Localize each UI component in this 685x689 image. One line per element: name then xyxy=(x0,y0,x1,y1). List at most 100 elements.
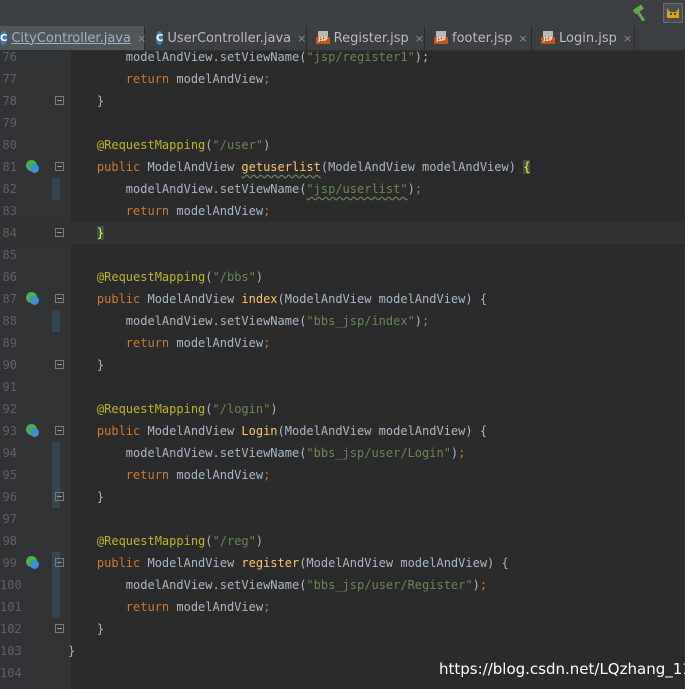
code-token: return xyxy=(125,600,177,614)
line-number: 99 xyxy=(2,556,17,570)
code-line[interactable]: 85 xyxy=(0,244,685,266)
code-line[interactable]: 103} xyxy=(0,640,685,662)
code-line[interactable]: 96 } xyxy=(0,486,685,508)
code-token: } xyxy=(68,490,105,504)
line-number: 91 xyxy=(2,380,17,394)
code-line[interactable]: 94 modelAndView.setViewName("bbs_jsp/use… xyxy=(0,442,685,464)
close-icon[interactable]: × xyxy=(137,32,146,45)
code-line[interactable]: 87 public ModelAndView index(ModelAndVie… xyxy=(0,288,685,310)
code-line[interactable]: 81 public ModelAndView getuserlist(Model… xyxy=(0,156,685,178)
code-line[interactable]: 101 return modelAndView; xyxy=(0,596,685,618)
code-line[interactable]: 82 modelAndView.setViewName("jsp/userlis… xyxy=(0,178,685,200)
jsp-file-icon: JSP xyxy=(316,31,330,45)
line-number: 86 xyxy=(2,270,17,284)
hammer-icon[interactable] xyxy=(630,4,650,22)
code-line[interactable]: 83 return modelAndView; xyxy=(0,200,685,222)
line-number: 85 xyxy=(2,248,17,262)
code-text: modelAndView.setViewName("bbs_jsp/index"… xyxy=(68,310,429,332)
tab-label: UserController.java xyxy=(167,30,292,46)
code-line[interactable]: 100 modelAndView.setViewName("bbs_jsp/us… xyxy=(0,574,685,596)
code-token: index xyxy=(241,292,278,306)
code-token: @RequestMapping xyxy=(96,534,206,548)
code-editor[interactable]: 76 modelAndView.setViewName("jsp/registe… xyxy=(0,50,685,689)
java-class-icon: C xyxy=(0,31,8,45)
code-token: } xyxy=(68,358,105,372)
code-token: ) xyxy=(270,402,278,416)
fold-toggle-icon[interactable] xyxy=(55,360,64,369)
code-line[interactable]: 80 @RequestMapping("/user") xyxy=(0,134,685,156)
top-toolbar xyxy=(0,0,685,26)
code-token: ( xyxy=(205,138,213,152)
code-token: ; xyxy=(263,336,271,350)
code-text: modelAndView.setViewName("jsp/register1"… xyxy=(68,46,429,68)
tab-label: footer.jsp xyxy=(452,30,513,46)
code-token: { xyxy=(523,160,531,174)
watermark: https://blog.csdn.net/LQzhang_11 xyxy=(439,660,685,678)
code-token: modelAndView xyxy=(176,468,264,482)
line-number: 80 xyxy=(2,138,17,152)
close-icon[interactable]: × xyxy=(415,32,424,45)
request-mapping-icon[interactable] xyxy=(26,292,39,305)
fold-toggle-icon[interactable] xyxy=(55,426,64,435)
code-line[interactable]: 93 public ModelAndView Login(ModelAndVie… xyxy=(0,420,685,442)
line-number: 76 xyxy=(2,50,17,64)
code-token: (ModelAndView modelAndView) { xyxy=(277,292,488,306)
code-token: } xyxy=(68,622,105,636)
code-line[interactable]: 84 } xyxy=(0,222,685,244)
code-token: "/user" xyxy=(212,138,264,152)
code-line[interactable]: 76 modelAndView.setViewName("jsp/registe… xyxy=(0,46,685,68)
code-text: @RequestMapping("/login") xyxy=(68,398,278,420)
code-text: @RequestMapping("/user") xyxy=(68,134,270,156)
code-line[interactable]: 88 modelAndView.setViewName("bbs_jsp/ind… xyxy=(0,310,685,332)
fold-toggle-icon[interactable] xyxy=(55,228,64,237)
code-line[interactable]: 86 @RequestMapping("/bbs") xyxy=(0,266,685,288)
code-line[interactable]: 89 return modelAndView; xyxy=(0,332,685,354)
tomcat-icon[interactable] xyxy=(663,3,683,23)
line-number: 94 xyxy=(2,446,17,460)
code-line[interactable]: 102 } xyxy=(0,618,685,640)
close-icon[interactable]: × xyxy=(623,32,632,45)
code-line[interactable]: 91 xyxy=(0,376,685,398)
code-token: ; xyxy=(458,446,466,460)
code-token: @RequestMapping xyxy=(96,270,206,284)
close-icon[interactable]: × xyxy=(519,32,528,45)
code-line[interactable]: 78 } xyxy=(0,90,685,112)
code-token: return xyxy=(125,204,177,218)
fold-toggle-icon[interactable] xyxy=(55,162,64,171)
fold-toggle-icon[interactable] xyxy=(55,294,64,303)
code-token: ; xyxy=(263,72,271,86)
code-token: modelAndView.setViewName( xyxy=(125,446,307,460)
code-line[interactable]: 95 return modelAndView; xyxy=(0,464,685,486)
fold-toggle-icon[interactable] xyxy=(55,624,64,633)
code-token: register xyxy=(241,556,300,570)
code-token: Login xyxy=(241,424,278,438)
request-mapping-icon[interactable] xyxy=(26,160,39,173)
code-text: public ModelAndView register(ModelAndVie… xyxy=(68,552,509,574)
request-mapping-icon[interactable] xyxy=(26,556,39,569)
code-line[interactable]: 97 xyxy=(0,508,685,530)
code-line[interactable]: 99 public ModelAndView register(ModelAnd… xyxy=(0,552,685,574)
code-line[interactable]: 90 } xyxy=(0,354,685,376)
fold-toggle-icon[interactable] xyxy=(55,492,64,501)
fold-toggle-icon[interactable] xyxy=(55,558,64,567)
code-token: ) xyxy=(255,270,264,284)
code-text: return modelAndView; xyxy=(68,332,271,354)
code-line[interactable]: 98 @RequestMapping("/reg") xyxy=(0,530,685,552)
request-mapping-icon[interactable] xyxy=(26,424,39,437)
line-number: 101 xyxy=(0,600,22,614)
close-icon[interactable]: × xyxy=(297,32,306,45)
code-token: return xyxy=(125,336,177,350)
code-line[interactable]: 77 return modelAndView; xyxy=(0,68,685,90)
fold-toggle-icon[interactable] xyxy=(55,96,64,105)
code-line[interactable]: 79 xyxy=(0,112,685,134)
code-line[interactable]: 92 @RequestMapping("/login") xyxy=(0,398,685,420)
